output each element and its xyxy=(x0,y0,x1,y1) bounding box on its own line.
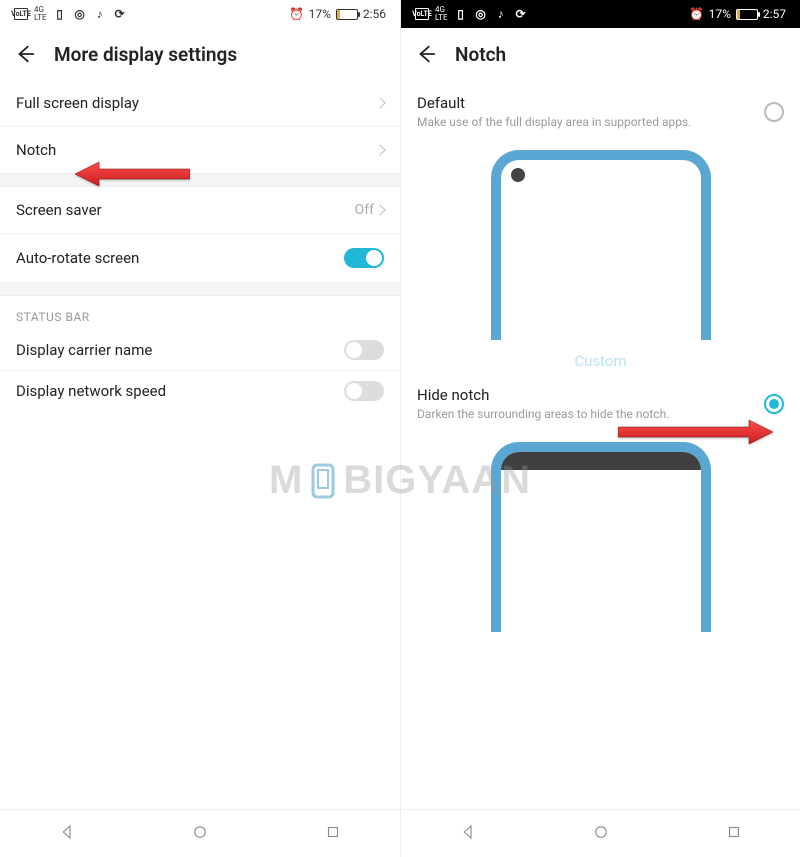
toggle-network-speed[interactable] xyxy=(344,381,384,401)
app-bar: More display settings xyxy=(0,28,400,80)
nav-back-button[interactable] xyxy=(459,823,477,845)
battery-icon xyxy=(336,9,358,20)
section-header: STATUS BAR xyxy=(0,296,400,330)
page-title: More display settings xyxy=(54,43,237,66)
status-bar: VoLTE 4GLTE ▯ ◎ ♪ ⟳ ⏰ 17% 2:57 xyxy=(401,0,800,28)
row-label: Full screen display xyxy=(16,94,139,112)
network-4g-icon: 4GLTE xyxy=(34,6,47,22)
row-screen-saver[interactable]: Screen saver Off xyxy=(0,187,400,233)
nav-home-button[interactable] xyxy=(592,823,610,845)
row-label: Notch xyxy=(16,141,56,159)
battery-icon xyxy=(736,9,758,20)
phone-right: VoLTE 4GLTE ▯ ◎ ♪ ⟳ ⏰ 17% 2:57 Notch Def xyxy=(400,0,800,857)
row-label: Display network speed xyxy=(16,382,166,400)
phone-left: VoLTE 4GLTE ▯ ◎ ♪ ⟳ ⏰ 17% 2:56 More disp… xyxy=(0,0,400,857)
tiktok-icon: ♪ xyxy=(93,8,107,20)
row-full-screen-display[interactable]: Full screen display xyxy=(0,80,400,126)
clock-time: 2:56 xyxy=(363,7,386,21)
clock-time: 2:57 xyxy=(763,7,786,21)
toggle-auto-rotate[interactable] xyxy=(344,248,384,268)
row-value: Off xyxy=(355,202,374,218)
navigation-bar xyxy=(0,809,400,857)
nav-recent-button[interactable] xyxy=(725,823,743,845)
alarm-icon: ⏰ xyxy=(690,8,704,20)
row-default[interactable]: Default Make use of the full display are… xyxy=(401,80,800,144)
battery-saver-icon: ▯ xyxy=(53,8,67,20)
row-display-carrier-name[interactable]: Display carrier name xyxy=(0,330,400,370)
chevron-right-icon xyxy=(374,144,385,155)
nav-recent-button[interactable] xyxy=(324,823,342,845)
battery-percent: 17% xyxy=(309,7,331,21)
custom-label: Custom xyxy=(401,344,800,372)
row-notch[interactable]: Notch xyxy=(0,126,400,173)
chevron-right-icon xyxy=(374,204,385,215)
page-title: Notch xyxy=(455,43,506,66)
network-4g-icon: 4GLTE xyxy=(435,6,448,22)
row-hide-notch[interactable]: Hide notch Darken the surrounding areas … xyxy=(401,372,800,436)
row-label: Screen saver xyxy=(16,201,102,219)
row-label: Display carrier name xyxy=(16,341,152,359)
instagram-icon: ◎ xyxy=(73,8,87,20)
radio-hide-notch[interactable] xyxy=(764,394,784,414)
row-subtitle: Make use of the full display area in sup… xyxy=(417,114,691,130)
row-auto-rotate[interactable]: Auto-rotate screen xyxy=(0,233,400,282)
row-subtitle: Darken the surrounding areas to hide the… xyxy=(417,406,669,422)
chevron-right-icon xyxy=(374,97,385,108)
row-label: Auto-rotate screen xyxy=(16,249,139,267)
row-label: Hide notch xyxy=(417,386,669,404)
instagram-icon: ◎ xyxy=(474,8,488,20)
nav-back-button[interactable] xyxy=(58,823,76,845)
nav-home-button[interactable] xyxy=(191,823,209,845)
navigation-bar xyxy=(401,809,800,857)
row-display-network-speed[interactable]: Display network speed xyxy=(0,370,400,411)
tiktok-icon: ♪ xyxy=(494,8,508,20)
status-bar: VoLTE 4GLTE ▯ ◎ ♪ ⟳ ⏰ 17% 2:56 xyxy=(0,0,400,28)
row-label: Default xyxy=(417,94,691,112)
toggle-carrier-name[interactable] xyxy=(344,340,384,360)
back-icon[interactable] xyxy=(14,43,36,65)
preview-default xyxy=(401,144,800,344)
preview-hide-notch xyxy=(401,436,800,636)
app-bar: Notch xyxy=(401,28,800,80)
radio-default[interactable] xyxy=(764,102,784,122)
battery-percent: 17% xyxy=(709,7,731,21)
volte-icon: VoLTE xyxy=(14,8,28,20)
sync-icon: ⟳ xyxy=(113,8,127,20)
alarm-icon: ⏰ xyxy=(290,8,304,20)
sync-icon: ⟳ xyxy=(514,8,528,20)
battery-saver-icon: ▯ xyxy=(454,8,468,20)
back-icon[interactable] xyxy=(415,43,437,65)
volte-icon: VoLTE xyxy=(415,8,429,20)
